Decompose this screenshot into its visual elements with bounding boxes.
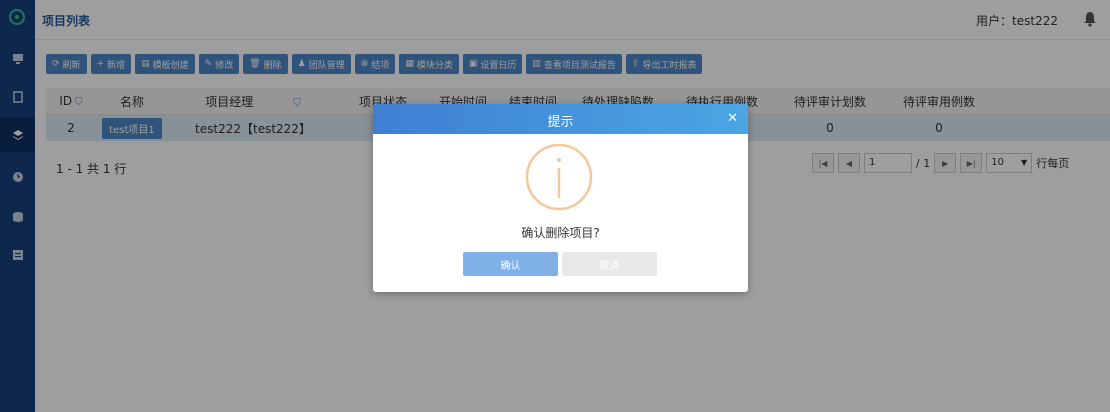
close-icon[interactable]: ✕ xyxy=(727,111,738,126)
dialog-header: 提示 ✕ xyxy=(373,104,748,134)
confirm-dialog: 提示 ✕ 确认删除项目? 确认 取消 xyxy=(373,104,748,292)
info-icon xyxy=(525,143,593,211)
confirm-button[interactable]: 确认 xyxy=(463,252,558,276)
cancel-button[interactable]: 取消 xyxy=(562,252,657,276)
dialog-message: 确认删除项目? xyxy=(521,226,600,240)
dialog-title: 提示 xyxy=(547,115,574,130)
